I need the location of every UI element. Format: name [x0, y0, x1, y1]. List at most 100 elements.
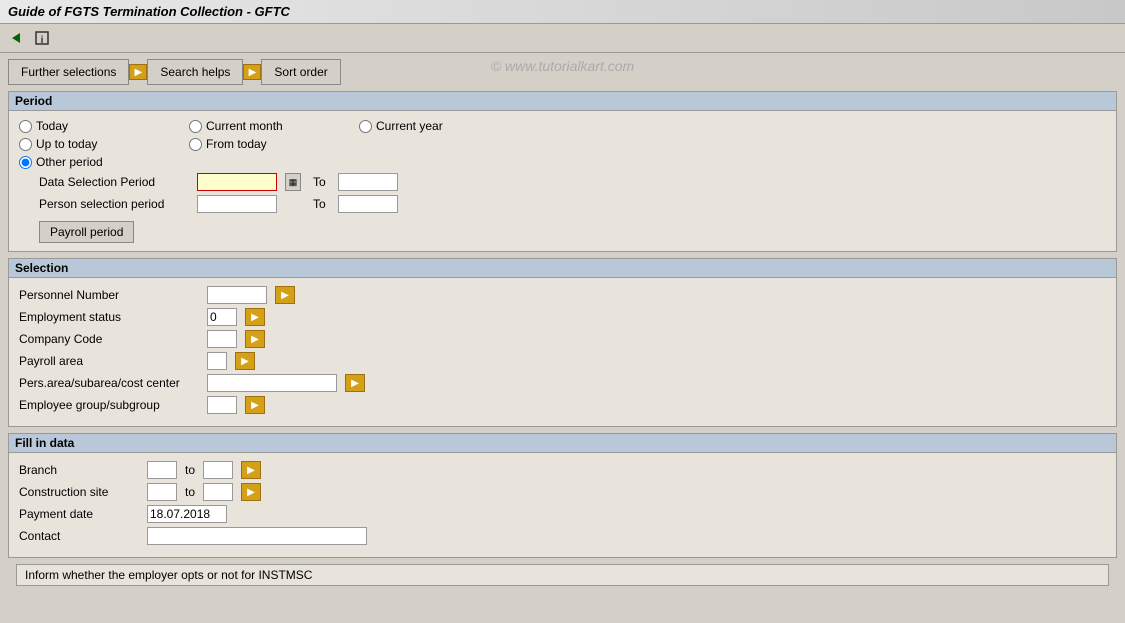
- radio-current-year-label: Current year: [376, 119, 443, 133]
- person-selection-from-input[interactable]: [197, 195, 277, 213]
- contact-row: Contact: [19, 527, 1106, 545]
- sort-order-tab[interactable]: Sort order: [261, 59, 340, 85]
- employee-group-arrow[interactable]: ▶: [245, 396, 265, 414]
- radio-from-today[interactable]: [189, 138, 202, 151]
- personnel-number-row: Personnel Number ▶: [19, 286, 1106, 304]
- person-selection-to-input[interactable]: [338, 195, 398, 213]
- data-selection-to-input[interactable]: [338, 173, 398, 191]
- data-selection-row: Data Selection Period ▦ To: [19, 173, 1106, 191]
- employment-status-input[interactable]: [207, 308, 237, 326]
- watermark: © www.tutorialkart.com: [491, 58, 634, 74]
- personnel-number-label: Personnel Number: [19, 288, 199, 302]
- contact-input[interactable]: [147, 527, 367, 545]
- radio-up-to-today-item: Up to today: [19, 137, 189, 151]
- personnel-number-input[interactable]: [207, 286, 267, 304]
- payment-date-input[interactable]: [147, 505, 227, 523]
- payroll-area-label: Payroll area: [19, 354, 199, 368]
- employee-group-input[interactable]: [207, 396, 237, 414]
- period-radio-group-3: Other period: [19, 155, 1106, 169]
- construction-site-from-input[interactable]: [147, 483, 177, 501]
- main-content: Period Today Current month Current year: [0, 85, 1125, 592]
- branch-to-input[interactable]: [203, 461, 233, 479]
- radio-current-month-label: Current month: [206, 119, 283, 133]
- branch-to-label: to: [185, 463, 195, 477]
- payroll-area-input[interactable]: [207, 352, 227, 370]
- branch-row: Branch to ▶: [19, 461, 1106, 479]
- radio-today-label: Today: [36, 119, 68, 133]
- personnel-number-arrow[interactable]: ▶: [275, 286, 295, 304]
- selection-section: Selection Personnel Number ▶ Employment …: [8, 258, 1117, 427]
- fill-in-data-section: Fill in data Branch to ▶ Construction si…: [8, 433, 1117, 558]
- search-helps-tab[interactable]: Search helps: [147, 59, 243, 85]
- payroll-area-arrow[interactable]: ▶: [235, 352, 255, 370]
- data-selection-calendar-btn[interactable]: ▦: [285, 173, 301, 191]
- employment-status-arrow[interactable]: ▶: [245, 308, 265, 326]
- data-selection-to-label: To: [313, 175, 326, 189]
- payment-date-label: Payment date: [19, 507, 139, 521]
- branch-arrow[interactable]: ▶: [241, 461, 261, 479]
- further-selections-arrow[interactable]: ▶: [129, 64, 147, 80]
- company-code-label: Company Code: [19, 332, 199, 346]
- radio-up-to-today-label: Up to today: [36, 137, 97, 151]
- employee-group-row: Employee group/subgroup ▶: [19, 396, 1106, 414]
- radio-from-today-label: From today: [206, 137, 267, 151]
- construction-site-row: Construction site to ▶: [19, 483, 1106, 501]
- branch-label: Branch: [19, 463, 139, 477]
- status-bar: Inform whether the employer opts or not …: [16, 564, 1109, 586]
- person-selection-row: Person selection period To: [19, 195, 1106, 213]
- pers-area-arrow[interactable]: ▶: [345, 374, 365, 392]
- period-radio-group-2: Up to today From today: [19, 137, 1106, 151]
- data-selection-from-input[interactable]: [197, 173, 277, 191]
- search-helps-arrow[interactable]: ▶: [243, 64, 261, 80]
- contact-label: Contact: [19, 529, 139, 543]
- data-selection-label: Data Selection Period: [39, 175, 189, 189]
- payroll-area-row: Payroll area ▶: [19, 352, 1106, 370]
- further-selections-label: Further selections: [21, 65, 116, 79]
- radio-current-year[interactable]: [359, 120, 372, 133]
- construction-site-label: Construction site: [19, 485, 139, 499]
- pers-area-input[interactable]: [207, 374, 337, 392]
- company-code-arrow[interactable]: ▶: [245, 330, 265, 348]
- title-bar: Guide of FGTS Termination Collection - G…: [0, 0, 1125, 24]
- radio-current-year-item: Current year: [359, 119, 529, 133]
- person-selection-label: Person selection period: [39, 197, 189, 211]
- sort-order-label: Sort order: [274, 65, 327, 79]
- employment-status-label: Employment status: [19, 310, 199, 324]
- radio-today-item: Today: [19, 119, 189, 133]
- radio-other-period[interactable]: [19, 156, 32, 169]
- back-icon[interactable]: [6, 28, 26, 48]
- search-helps-label: Search helps: [160, 65, 230, 79]
- payroll-period-btn[interactable]: Payroll period: [39, 221, 134, 243]
- construction-site-arrow[interactable]: ▶: [241, 483, 261, 501]
- fill-in-data-content: Branch to ▶ Construction site to ▶ Payme…: [9, 453, 1116, 557]
- radio-other-period-item: Other period: [19, 155, 189, 169]
- selection-title: Selection: [9, 259, 1116, 278]
- further-selections-tab[interactable]: Further selections: [8, 59, 129, 85]
- title-text: Guide of FGTS Termination Collection - G…: [8, 4, 290, 19]
- radio-other-period-label: Other period: [36, 155, 103, 169]
- radio-up-to-today[interactable]: [19, 138, 32, 151]
- status-text: Inform whether the employer opts or not …: [25, 568, 312, 582]
- period-title: Period: [9, 92, 1116, 111]
- fill-in-data-title: Fill in data: [9, 434, 1116, 453]
- radio-today[interactable]: [19, 120, 32, 133]
- employee-group-label: Employee group/subgroup: [19, 398, 199, 412]
- period-radio-group-1: Today Current month Current year: [19, 119, 1106, 133]
- toolbar: i: [0, 24, 1125, 53]
- company-code-row: Company Code ▶: [19, 330, 1106, 348]
- construction-site-to-input[interactable]: [203, 483, 233, 501]
- employment-status-row: Employment status ▶: [19, 308, 1106, 326]
- pers-area-label: Pers.area/subarea/cost center: [19, 376, 199, 390]
- info-icon[interactable]: i: [32, 28, 52, 48]
- selection-content: Personnel Number ▶ Employment status ▶ C…: [9, 278, 1116, 426]
- radio-from-today-item: From today: [189, 137, 359, 151]
- company-code-input[interactable]: [207, 330, 237, 348]
- branch-from-input[interactable]: [147, 461, 177, 479]
- period-section: Period Today Current month Current year: [8, 91, 1117, 252]
- pers-area-row: Pers.area/subarea/cost center ▶: [19, 374, 1106, 392]
- payment-date-row: Payment date: [19, 505, 1106, 523]
- construction-site-to-label: to: [185, 485, 195, 499]
- person-selection-to-label: To: [313, 197, 326, 211]
- svg-text:i: i: [41, 35, 44, 46]
- radio-current-month[interactable]: [189, 120, 202, 133]
